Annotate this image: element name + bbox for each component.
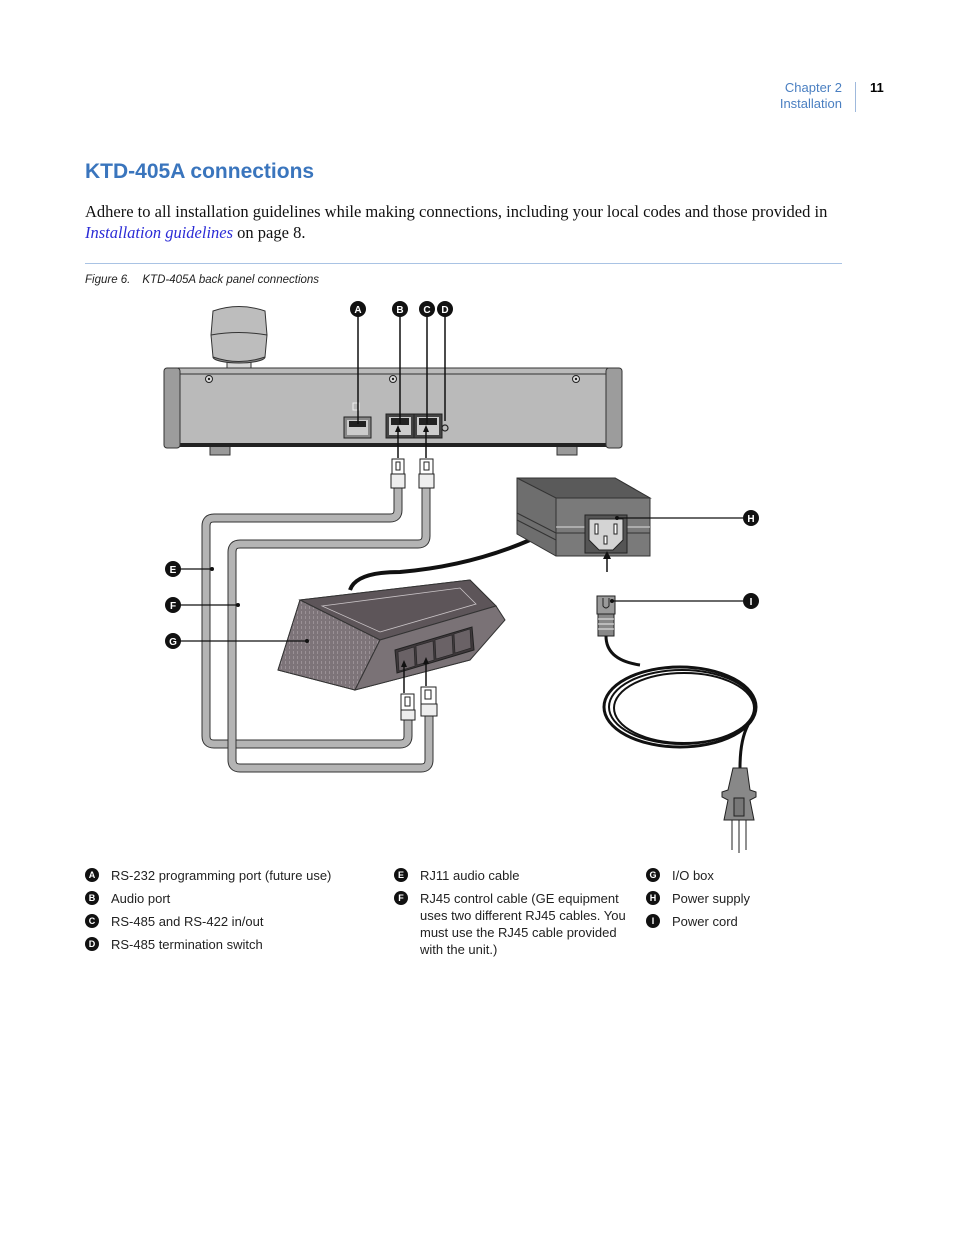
io-box xyxy=(277,579,506,691)
legend-item: A RS-232 programming port (future use) xyxy=(85,867,375,884)
svg-text:I: I xyxy=(750,597,753,608)
legend-badge: F xyxy=(394,891,408,905)
rj45-plug-bottom xyxy=(420,686,438,717)
legend-item: E RJ11 audio cable xyxy=(394,867,634,884)
legend-label: RS-232 programming port (future use) xyxy=(111,868,332,883)
svg-text:E: E xyxy=(170,565,177,576)
legend-item: C RS-485 and RS-422 in/out xyxy=(85,913,375,930)
svg-text:F: F xyxy=(170,601,176,612)
legend-badge: B xyxy=(85,891,99,905)
legend-badge: A xyxy=(85,868,99,882)
connection-diagram: A B C D E F G H I xyxy=(163,301,759,853)
callout-i: I xyxy=(743,593,759,609)
screw-icon xyxy=(572,375,580,383)
svg-text:C: C xyxy=(423,305,430,316)
power-cord xyxy=(596,595,758,853)
svg-text:D: D xyxy=(441,305,448,316)
legend-column-2: E RJ11 audio cable F RJ45 control cable (G… xyxy=(394,867,634,964)
callout-b: B xyxy=(392,301,408,317)
legend-label: RJ45 control cable (GE equipment uses tw… xyxy=(420,891,626,957)
legend-label: RJ11 audio cable xyxy=(420,868,520,883)
callout-c: C xyxy=(419,301,435,317)
svg-text:G: G xyxy=(169,637,177,648)
legend-item: H Power supply xyxy=(646,890,846,907)
callout-a: A xyxy=(350,301,366,317)
joystick-knob xyxy=(210,306,268,370)
svg-text:A: A xyxy=(354,305,361,316)
legend-badge: H xyxy=(646,891,660,905)
legend-item: F RJ45 control cable (GE equipment uses t… xyxy=(394,890,634,958)
legend-item: D RS-485 termination switch xyxy=(85,936,375,953)
rj11-plug-bottom xyxy=(400,693,416,721)
legend-badge: D xyxy=(85,937,99,951)
screw-icon xyxy=(389,375,397,383)
callout-e: E xyxy=(165,561,181,577)
legend-label: RS-485 and RS-422 in/out xyxy=(111,914,264,929)
legend-label: Power supply xyxy=(672,891,751,906)
callout-d: D xyxy=(437,301,453,317)
callout-h: H xyxy=(743,510,759,526)
callout-f: F xyxy=(165,597,181,613)
legend-badge: G xyxy=(646,868,660,882)
legend-column-3: G I/O box H Power supply I Power cord xyxy=(646,867,846,936)
legend-column-1: A RS-232 programming port (future use) BA… xyxy=(85,867,375,959)
legend-label: I/O box xyxy=(672,868,714,883)
legend-badge: C xyxy=(85,914,99,928)
legend-badge: E xyxy=(394,868,408,882)
svg-text:B: B xyxy=(396,305,403,316)
legend-badge: I xyxy=(646,914,660,928)
rj45-plug-top xyxy=(418,458,435,489)
screw-icon xyxy=(205,375,213,383)
termination-switch xyxy=(441,424,449,432)
legend-label: Audio port xyxy=(111,891,171,906)
legend-item: B Audio port xyxy=(85,890,375,907)
legend-item: G I/O box xyxy=(646,867,846,884)
svg-text:H: H xyxy=(747,514,754,525)
callout-g: G xyxy=(165,633,181,649)
rj11-plug-top xyxy=(390,458,406,489)
legend-item: I Power cord xyxy=(646,913,846,930)
keyboard-back-panel xyxy=(163,367,623,456)
legend-label: RS-485 termination switch xyxy=(111,937,263,952)
rs485-port xyxy=(413,413,443,439)
legend-label: Power cord xyxy=(672,914,738,929)
